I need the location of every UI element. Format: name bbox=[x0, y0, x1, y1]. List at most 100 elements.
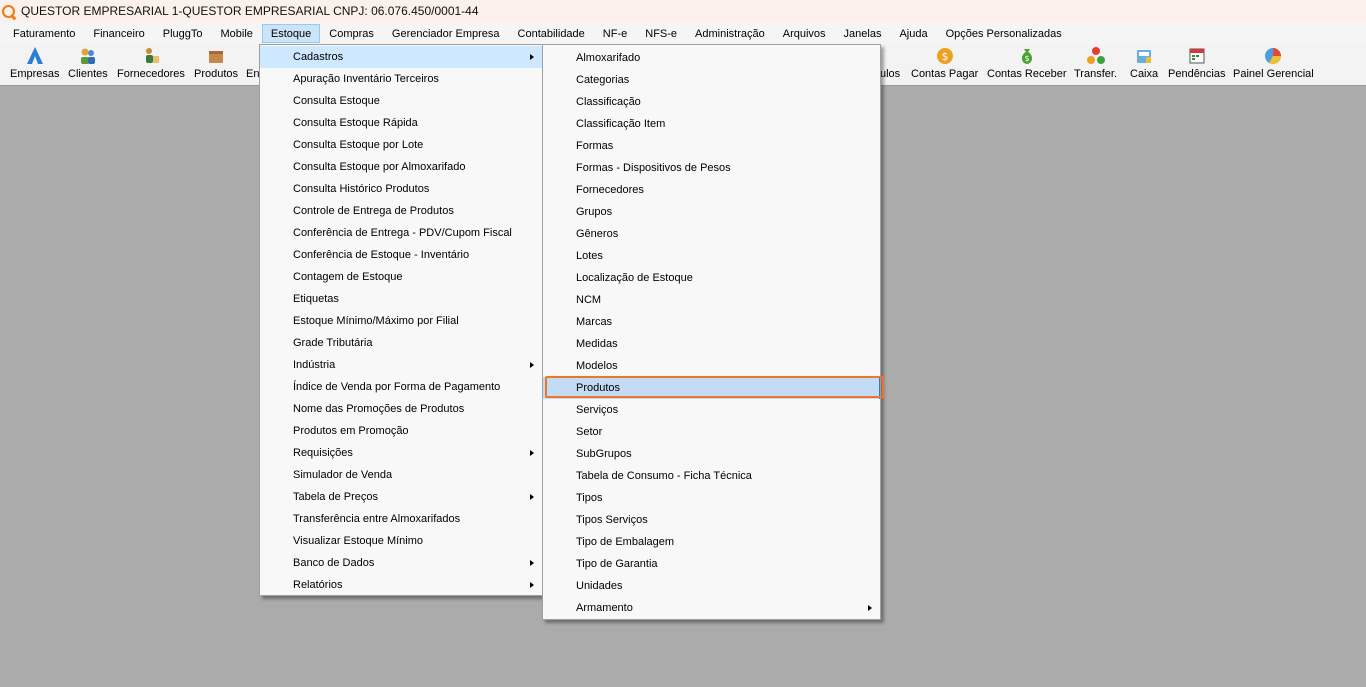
toolbar-produtos-button[interactable]: Produtos bbox=[194, 46, 238, 80]
estoque-menu-item-item-label: Nome das Promoções de Produtos bbox=[293, 403, 465, 415]
menu-compras[interactable]: Compras bbox=[320, 24, 383, 43]
estoque-menu-item-apuracao-inventario-terceiros[interactable]: Apuração Inventário Terceiros bbox=[260, 68, 542, 90]
estoque-menu-item-consulta-historico-produtos[interactable]: Consulta Histórico Produtos bbox=[260, 178, 542, 200]
cadastros-menu-item-tipos-servicos[interactable]: Tipos Serviços bbox=[543, 509, 880, 531]
submenu-arrow-icon bbox=[530, 54, 534, 60]
estoque-dropdown-menu: Cadastros Apuração Inventário Terceiros Co… bbox=[259, 44, 543, 596]
cadastros-menu-item-grupos[interactable]: Grupos bbox=[543, 201, 880, 223]
estoque-menu-item-consulta-estoque-por-lote[interactable]: Consulta Estoque por Lote bbox=[260, 134, 542, 156]
menu-financeiro[interactable]: Financeiro bbox=[84, 24, 153, 43]
menu-opcoes-personalizadas[interactable]: Opções Personalizadas bbox=[937, 24, 1071, 43]
menu-nfs-e[interactable]: NFS-e bbox=[636, 24, 686, 43]
menu-nf-e[interactable]: NF-e bbox=[594, 24, 636, 43]
estoque-menu-item-relatorios[interactable]: Relatórios bbox=[260, 574, 542, 596]
estoque-menu-item-item-label: Estoque Mínimo/Máximo por Filial bbox=[293, 315, 459, 327]
cadastros-menu-item-armamento[interactable]: Armamento bbox=[543, 597, 880, 619]
estoque-menu-item-consulta-estoque[interactable]: Consulta Estoque bbox=[260, 90, 542, 112]
estoque-menu-item-industria[interactable]: Indústria bbox=[260, 354, 542, 376]
cadastros-menu-item-item-label: Classificação bbox=[576, 96, 641, 108]
clientes-icon bbox=[80, 48, 95, 64]
menu-contabilidade[interactable]: Contabilidade bbox=[509, 24, 594, 43]
cadastros-menu-item-servicos[interactable]: Serviços bbox=[543, 399, 880, 421]
toolbar-truncated-right[interactable]: ulos bbox=[880, 46, 900, 80]
estoque-menu-item-simulador-de-venda[interactable]: Simulador de Venda bbox=[260, 464, 542, 486]
estoque-menu-item-etiquetas[interactable]: Etiquetas bbox=[260, 288, 542, 310]
estoque-menu-item-cadastros[interactable]: Cadastros bbox=[260, 46, 542, 68]
cadastros-menu-item-almoxarifado[interactable]: Almoxarifado bbox=[543, 47, 880, 69]
toolbar-produtos-label: Produtos bbox=[194, 68, 239, 80]
cadastros-menu-item-classificacao-item[interactable]: Classificação Item bbox=[543, 113, 880, 135]
cadastros-menu-item-setor[interactable]: Setor bbox=[543, 421, 880, 443]
menu-estoque[interactable]: Estoque bbox=[261, 23, 321, 43]
menu-faturamento[interactable]: Faturamento bbox=[4, 24, 84, 43]
cadastros-menu-item-lotes[interactable]: Lotes bbox=[543, 245, 880, 267]
cadastros-menu-item-item-label: Almoxarifado bbox=[576, 52, 641, 64]
estoque-menu-item-item-label: Tabela de Preços bbox=[293, 491, 378, 503]
menu-mobile[interactable]: Mobile bbox=[212, 24, 262, 43]
estoque-menu-item-nome-das-promocoes-de-produtos[interactable]: Nome das Promoções de Produtos bbox=[260, 398, 542, 420]
cadastros-menu-item-marcas[interactable]: Marcas bbox=[543, 311, 880, 333]
cadastros-menu-item-tipos[interactable]: Tipos bbox=[543, 487, 880, 509]
menu-arquivos[interactable]: Arquivos bbox=[774, 24, 835, 43]
estoque-menu-item-estoque-minimo-maximo-por-filial[interactable]: Estoque Mínimo/Máximo por Filial bbox=[260, 310, 542, 332]
menu-gerenciador-empresa[interactable]: Gerenciador Empresa bbox=[383, 24, 509, 43]
cadastros-menu-item-classificacao[interactable]: Classificação bbox=[543, 91, 880, 113]
cadastros-menu-item-item-label: Serviços bbox=[576, 404, 619, 416]
estoque-menu-item-banco-de-dados[interactable]: Banco de Dados bbox=[260, 552, 542, 574]
cadastros-menu-item-item-label: Formas - Dispositivos de Pesos bbox=[576, 162, 731, 174]
estoque-menu-item-consulta-estoque-rapida[interactable]: Consulta Estoque Rápida bbox=[260, 112, 542, 134]
menu-ajuda[interactable]: Ajuda bbox=[890, 24, 936, 43]
cadastros-menu-item-subgrupos[interactable]: SubGrupos bbox=[543, 443, 880, 465]
toolbar-transfer-button[interactable]: Transfer. bbox=[1074, 46, 1117, 80]
estoque-menu-item-grade-tributaria[interactable]: Grade Tributária bbox=[260, 332, 542, 354]
toolbar-pendencias-button[interactable]: Pendências bbox=[1168, 46, 1226, 80]
toolbar-contas-receber-button[interactable]: $ Contas Receber bbox=[987, 46, 1067, 80]
cadastros-menu-item-tipo-de-embalagem[interactable]: Tipo de Embalagem bbox=[543, 531, 880, 553]
estoque-menu-item-conferencia-de-entrega-pdv-cupom-fiscal[interactable]: Conferência de Entrega - PDV/Cupom Fisca… bbox=[260, 222, 542, 244]
menu-pluggto[interactable]: PluggTo bbox=[154, 24, 212, 43]
toolbar-fornecedores-button[interactable]: Fornecedores bbox=[117, 46, 185, 80]
cadastros-menu-item-tabela-de-consumo-ficha-tecnica[interactable]: Tabela de Consumo - Ficha Técnica bbox=[543, 465, 880, 487]
toolbar-empresas-label: Empresas bbox=[10, 68, 60, 80]
cadastros-menu-item-localizacao-de-estoque[interactable]: Localização de Estoque bbox=[543, 267, 880, 289]
cadastros-menu-item-formas[interactable]: Formas bbox=[543, 135, 880, 157]
estoque-menu-item-indice-de-venda-por-forma-de-pagamento[interactable]: Índice de Venda por Forma de Pagamento bbox=[260, 376, 542, 398]
estoque-menu-item-requisicoes[interactable]: Requisições bbox=[260, 442, 542, 464]
estoque-menu-item-controle-de-entrega-de-produtos[interactable]: Controle de Entrega de Produtos bbox=[260, 200, 542, 222]
cadastros-menu-item-medidas[interactable]: Medidas bbox=[543, 333, 880, 355]
submenu-arrow-icon bbox=[868, 605, 872, 611]
cadastros-menu-item-categorias[interactable]: Categorias bbox=[543, 69, 880, 91]
money-bag-icon: $ bbox=[1021, 49, 1032, 64]
cadastros-menu-item-tipo-de-garantia[interactable]: Tipo de Garantia bbox=[543, 553, 880, 575]
toolbar-caixa-button[interactable]: Caixa bbox=[1130, 46, 1158, 80]
cadastros-menu-item-modelos[interactable]: Modelos bbox=[543, 355, 880, 377]
cadastros-menu-item-unidades[interactable]: Unidades bbox=[543, 575, 880, 597]
estoque-menu-item-produtos-em-promocao[interactable]: Produtos em Promoção bbox=[260, 420, 542, 442]
cadastros-menu-item-item-label: NCM bbox=[576, 294, 602, 306]
cadastros-menu-item-fornecedores[interactable]: Fornecedores bbox=[543, 179, 880, 201]
toolbar-empresas-button[interactable]: Empresas bbox=[10, 46, 60, 80]
menu-bar: Faturamento Financeiro PluggTo Mobile Estoqu… bbox=[0, 22, 1366, 44]
cadastros-menu-item-item-label: Medidas bbox=[576, 338, 618, 350]
toolbar-contas-pagar-button[interactable]: $ Contas Pagar bbox=[911, 46, 978, 80]
estoque-menu-item-consulta-estoque-por-almoxarifado[interactable]: Consulta Estoque por Almoxarifado bbox=[260, 156, 542, 178]
toolbar-transfer-label: Transfer. bbox=[1074, 68, 1117, 80]
estoque-menu-item-transferencia-entre-almoxarifados[interactable]: Transferência entre Almoxarifados bbox=[260, 508, 542, 530]
menu-janelas[interactable]: Janelas bbox=[835, 24, 891, 43]
estoque-menu-item-item-label: Requisições bbox=[293, 447, 353, 459]
estoque-menu-item-item-label: Apuração Inventário Terceiros bbox=[293, 73, 439, 85]
estoque-menu-item-tabela-de-precos[interactable]: Tabela de Preços bbox=[260, 486, 542, 508]
toolbar-painel-label: Painel Gerencial bbox=[1233, 68, 1314, 80]
estoque-menu-item-contagem-de-estoque[interactable]: Contagem de Estoque bbox=[260, 266, 542, 288]
cadastros-menu-item-item-label: SubGrupos bbox=[576, 448, 632, 460]
toolbar-painel-button[interactable]: Painel Gerencial bbox=[1233, 46, 1314, 80]
toolbar-contas-receber-label: Contas Receber bbox=[987, 68, 1067, 80]
menu-administracao[interactable]: Administração bbox=[686, 24, 774, 43]
estoque-menu-item-conferencia-de-estoque-inventario[interactable]: Conferência de Estoque - Inventário bbox=[260, 244, 542, 266]
toolbar-clientes-button[interactable]: Clientes bbox=[68, 46, 108, 80]
cadastros-menu-item-produtos[interactable]: Produtos bbox=[543, 377, 880, 399]
cadastros-menu-item-ncm[interactable]: NCM bbox=[543, 289, 880, 311]
cadastros-menu-item-formas-dispositivos-de-pesos[interactable]: Formas - Dispositivos de Pesos bbox=[543, 157, 880, 179]
cadastros-menu-item-generos[interactable]: Gêneros bbox=[543, 223, 880, 245]
estoque-menu-item-visualizar-estoque-minimo[interactable]: Visualizar Estoque Mínimo bbox=[260, 530, 542, 552]
